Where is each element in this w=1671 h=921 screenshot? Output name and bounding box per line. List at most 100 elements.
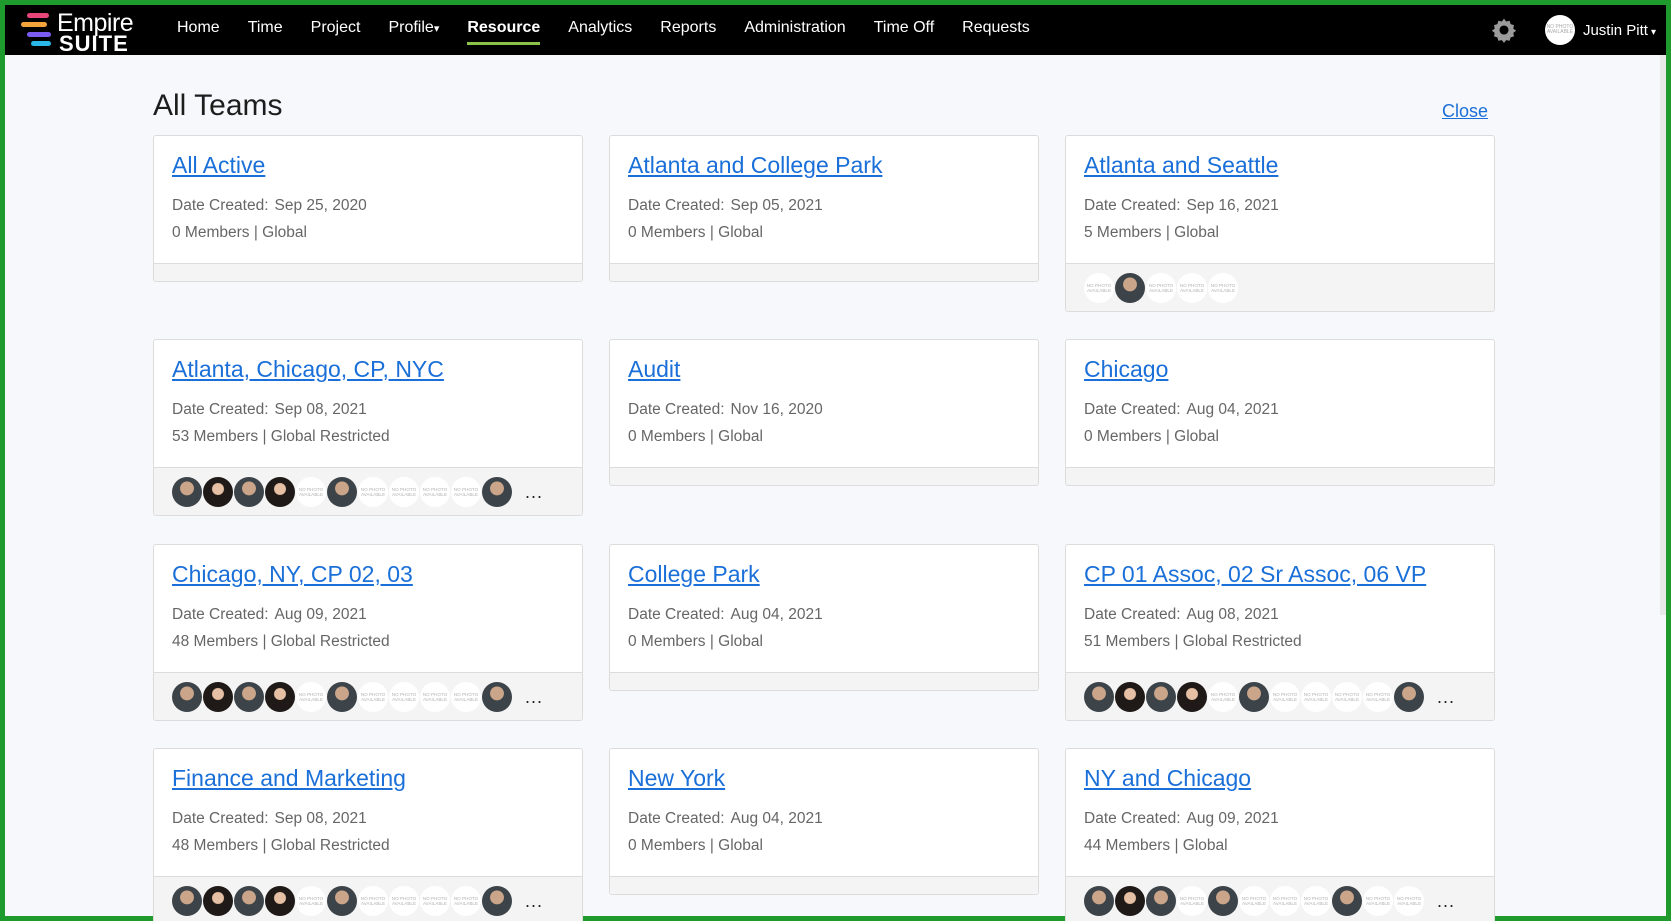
member-avatar-placeholder[interactable]: NO PHOTO AVAILABLE [389,476,419,507]
team-name-link[interactable]: Finance and Marketing [172,765,564,792]
team-card-body: College Park Date Created: Aug 04, 2021 0… [610,545,1038,672]
member-avatar-placeholder[interactable]: NO PHOTO AVAILABLE [1084,272,1114,303]
member-avatar-placeholder[interactable]: NO PHOTO AVAILABLE [451,476,481,507]
member-avatar[interactable] [234,681,264,712]
empire-suite-logo[interactable]: Empire SUITE [13,5,153,56]
team-name-link[interactable]: Audit [628,356,1020,383]
team-name-link[interactable]: Chicago, NY, CP 02, 03 [172,561,564,588]
more-members-button[interactable]: ... [525,483,543,501]
member-avatar-placeholder[interactable]: NO PHOTO AVAILABLE [358,681,388,712]
member-avatar[interactable] [482,681,512,712]
member-avatar-placeholder[interactable]: NO PHOTO AVAILABLE [1301,885,1331,916]
team-name-link[interactable]: College Park [628,561,1020,588]
member-avatar[interactable] [1239,681,1269,712]
scrollbar[interactable] [1660,55,1666,615]
user-avatar[interactable]: NO PHOTO AVAILABLE [1544,15,1575,45]
member-avatar[interactable] [1084,681,1114,712]
member-avatar[interactable] [172,885,202,916]
member-avatar[interactable] [1115,885,1145,916]
member-avatar[interactable] [1146,681,1176,712]
nav-item-time[interactable]: Time [234,5,297,55]
member-avatar[interactable] [1115,681,1145,712]
team-name-link[interactable]: CP 01 Assoc, 02 Sr Assoc, 06 VP [1084,561,1476,588]
more-members-button[interactable]: ... [525,688,543,706]
member-avatar[interactable] [265,885,295,916]
member-avatar-placeholder[interactable]: NO PHOTO AVAILABLE [420,681,450,712]
member-avatar[interactable] [1115,272,1145,303]
member-avatar-placeholder[interactable]: NO PHOTO AVAILABLE [1146,272,1176,303]
member-avatar[interactable] [1177,681,1207,712]
member-avatar-placeholder[interactable]: NO PHOTO AVAILABLE [1239,885,1269,916]
member-avatar-placeholder[interactable]: NO PHOTO AVAILABLE [1270,885,1300,916]
nav-item-resource[interactable]: Resource [453,5,554,55]
date-created-value: Aug 04, 2021 [730,810,823,827]
nav-item-time-off[interactable]: Time Off [860,5,948,55]
member-avatar[interactable] [203,681,233,712]
member-avatar[interactable] [234,885,264,916]
member-avatar-placeholder[interactable]: NO PHOTO AVAILABLE [451,681,481,712]
member-avatar[interactable] [203,476,233,507]
nav-item-analytics[interactable]: Analytics [554,5,646,55]
member-avatar-placeholder[interactable]: NO PHOTO AVAILABLE [451,885,481,916]
member-avatar[interactable] [234,476,264,507]
team-card-footer: NO PHOTO AVAILABLE NO PHOTO AVAILABLE NO P… [1066,263,1494,311]
nav-item-administration[interactable]: Administration [730,5,859,55]
member-avatar-placeholder[interactable]: NO PHOTO AVAILABLE [1177,885,1207,916]
member-avatar-placeholder[interactable]: NO PHOTO AVAILABLE [1301,681,1331,712]
member-avatar-placeholder[interactable]: NO PHOTO AVAILABLE [1363,885,1393,916]
page-title: All Teams [153,89,283,122]
member-avatar-placeholder[interactable]: NO PHOTO AVAILABLE [1332,681,1362,712]
member-avatar[interactable] [327,476,357,507]
member-avatar[interactable] [1394,681,1424,712]
team-name-link[interactable]: Atlanta, Chicago, CP, NYC [172,356,564,383]
member-avatar-placeholder[interactable]: NO PHOTO AVAILABLE [1208,681,1238,712]
gear-icon[interactable] [1491,17,1517,43]
member-avatar-placeholder[interactable]: NO PHOTO AVAILABLE [1394,885,1424,916]
member-avatar[interactable] [482,476,512,507]
team-name-link[interactable]: All Active [172,152,564,179]
more-members-button[interactable]: ... [525,892,543,910]
member-avatar[interactable] [482,885,512,916]
close-link[interactable]: Close [1442,101,1488,122]
member-avatar-placeholder[interactable]: NO PHOTO AVAILABLE [296,885,326,916]
member-avatar-placeholder[interactable]: NO PHOTO AVAILABLE [1177,272,1207,303]
team-card-footer: NO PHOTO AVAILABLE NO PHOTO AVAILABLE NO P… [154,467,582,515]
member-avatar[interactable] [1146,885,1176,916]
nav-item-home[interactable]: Home [163,5,234,55]
nav-item-project[interactable]: Project [297,5,375,55]
member-avatar[interactable] [1332,885,1362,916]
team-name-link[interactable]: Atlanta and Seattle [1084,152,1476,179]
member-avatar-placeholder[interactable]: NO PHOTO AVAILABLE [420,885,450,916]
member-avatar-placeholder[interactable]: NO PHOTO AVAILABLE [389,885,419,916]
member-avatar-placeholder[interactable]: NO PHOTO AVAILABLE [296,681,326,712]
member-avatar[interactable] [203,885,233,916]
member-avatar[interactable] [327,681,357,712]
member-avatar[interactable] [172,476,202,507]
team-name-link[interactable]: Atlanta and College Park [628,152,1020,179]
team-name-link[interactable]: New York [628,765,1020,792]
member-avatar[interactable] [172,681,202,712]
nav-item-requests[interactable]: Requests [948,5,1044,55]
member-avatar[interactable] [327,885,357,916]
nav-item-reports[interactable]: Reports [646,5,730,55]
member-avatar-placeholder[interactable]: NO PHOTO AVAILABLE [420,476,450,507]
member-avatar-placeholder[interactable]: NO PHOTO AVAILABLE [1363,681,1393,712]
member-avatar-placeholder[interactable]: NO PHOTO AVAILABLE [389,681,419,712]
team-name-link[interactable]: NY and Chicago [1084,765,1476,792]
member-avatar-placeholder[interactable]: NO PHOTO AVAILABLE [1208,272,1238,303]
more-members-button[interactable]: ... [1437,892,1455,910]
member-avatar[interactable] [1208,885,1238,916]
more-members-button[interactable]: ... [1437,688,1455,706]
member-avatar[interactable] [265,681,295,712]
user-menu[interactable]: Justin Pitt ▾ [1583,22,1656,39]
member-avatar-placeholder[interactable]: NO PHOTO AVAILABLE [1270,681,1300,712]
member-avatar[interactable] [265,476,295,507]
member-avatar-placeholder[interactable]: NO PHOTO AVAILABLE [358,885,388,916]
member-avatar-placeholder[interactable]: NO PHOTO AVAILABLE [296,476,326,507]
top-right-controls: NO PHOTO AVAILABLE Justin Pitt ▾ [1491,15,1656,45]
nav-item-profile[interactable]: Profile▾ [374,5,453,55]
team-name-link[interactable]: Chicago [1084,356,1476,383]
member-avatar-placeholder[interactable]: NO PHOTO AVAILABLE [358,476,388,507]
member-avatar[interactable] [1084,885,1114,916]
logo-text-suite: SUITE [59,31,129,56]
